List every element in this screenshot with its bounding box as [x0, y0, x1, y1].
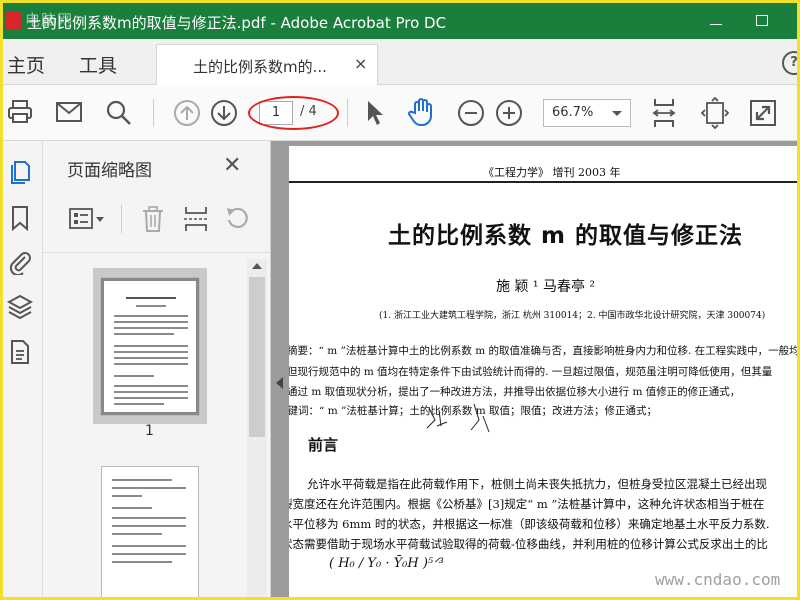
layers-icon[interactable] — [7, 293, 33, 319]
formula: ( H₀ / Y₀ · Ȳ₀H )⁵ᐟ³ — [329, 556, 444, 571]
abstract-line: 但现行规范中的 m 值均在特定条件下由试验统计而得的. 一旦超过限值，规范虽注明… — [289, 366, 773, 378]
thumb-line — [112, 561, 172, 563]
thumb-line — [114, 363, 188, 365]
email-icon[interactable] — [55, 101, 83, 123]
full-screen-icon[interactable] — [749, 99, 777, 127]
toolbar: 1 / 4 66.7% — [3, 85, 797, 141]
body-line: 水平位移为 6mm 时的状态，并根据这一标准（即该级荷载和位移）来确定地基土水平… — [289, 517, 770, 531]
thumb-line — [112, 507, 152, 509]
tab-bar: 主页 工具 土的比例系数m的... × ? — [3, 39, 797, 86]
panel-title: 页面缩略图 — [67, 161, 152, 181]
zoom-out-icon[interactable] — [457, 99, 485, 127]
page-thumbnail-2[interactable] — [101, 466, 199, 597]
search-icon[interactable] — [105, 99, 133, 127]
tab-home[interactable]: 主页 — [7, 51, 45, 78]
body-line: 状态需要借助于现场水平荷载试验取得的荷载-位移曲线，并利用桩的位移计算公式反求出… — [289, 537, 768, 551]
body-line: 允许水平荷载是指在此荷载作用下，桩侧土尚未丧失抵抗力，但桩身受拉区混凝土已经出现 — [307, 477, 767, 491]
previous-page-icon[interactable] — [173, 99, 201, 127]
thumb-line — [114, 315, 188, 317]
paper-authors: 施 颖 ¹ 马春亭 ² — [496, 279, 596, 295]
next-page-icon[interactable] — [210, 99, 238, 127]
document-icon[interactable] — [7, 339, 33, 365]
print-icon[interactable] — [7, 99, 33, 125]
attachment-icon[interactable] — [7, 249, 33, 275]
thumb-line — [112, 479, 172, 481]
author-affiliation: (1. 浙江工业大建筑工程学院，浙江 杭州 310014；2. 中国市政华北设计… — [379, 311, 766, 321]
panel-divider — [121, 205, 122, 233]
thumb-line — [114, 333, 174, 335]
window-title: 土的比例系数m的取值与修正法.pdf - Adobe Acrobat Pro D… — [27, 14, 447, 32]
toolbar-divider — [153, 99, 154, 127]
thumb-line — [114, 403, 164, 405]
fit-width-icon[interactable] — [651, 97, 677, 129]
help-icon[interactable]: ? — [782, 51, 797, 75]
page-thumbnail-1[interactable] — [100, 277, 200, 416]
thumb-line — [114, 351, 188, 353]
header-rule — [289, 181, 797, 183]
thumb-line — [114, 321, 188, 323]
thumb-line — [114, 357, 188, 359]
chevron-down-icon — [612, 111, 622, 116]
zoom-select[interactable]: 66.7% — [543, 99, 631, 127]
thumb-line — [114, 397, 188, 399]
tab-document[interactable]: 土的比例系数m的... × — [156, 44, 378, 86]
scrollbar-thumb[interactable] — [249, 277, 265, 437]
thumb-line — [112, 545, 186, 547]
minimize-icon[interactable] — [693, 3, 739, 39]
delete-icon[interactable] — [141, 205, 165, 233]
hand-tool-icon[interactable] — [407, 97, 437, 127]
abstract-line: 摘要：“ m ”法桩基计算中土的比例系数 m 的取值准确与否，直接影响桩身内力和… — [289, 345, 800, 357]
collapse-panel-icon[interactable] — [276, 377, 283, 389]
thumb-line — [112, 525, 186, 527]
thumb-line — [114, 375, 154, 377]
abstract-line: 通过 m 取值现状分析，提出了一种改进方法，并推导出依据位移大小进行 m 值修正… — [289, 386, 741, 398]
maximize-icon[interactable] — [739, 3, 785, 39]
select-cursor-icon[interactable] — [364, 99, 386, 127]
body-line: 裂宽度还在允许范围内。根据《公桥基》[3]规定“ m ”法桩基计算中，这种允许状… — [289, 497, 765, 511]
thumb-line — [114, 327, 188, 329]
page-thumbnails-icon[interactable] — [7, 159, 33, 185]
thumb-line — [136, 305, 166, 307]
thumbnail-panel: 页面缩略图 ✕ 1 — [43, 141, 271, 597]
close-panel-icon[interactable]: ✕ — [223, 153, 241, 178]
titlebar-watermark: 电脑网 — [25, 11, 74, 29]
section-heading: 前言 — [308, 436, 339, 454]
thumbnail-page-number: 1 — [145, 423, 154, 439]
thumbnail-scrollbar[interactable] — [247, 259, 267, 597]
bookmark-icon[interactable] — [7, 205, 33, 231]
paper-title: 土的比例系数 m 的取值与修正法 — [388, 223, 743, 249]
options-menu-icon[interactable] — [69, 207, 105, 231]
document-tab-label: 土的比例系数m的... — [193, 58, 327, 76]
thumb-line — [112, 553, 186, 555]
thumb-line — [114, 385, 188, 387]
pdf-page[interactable]: 《工程力学》 增刊 2003 年 土的比例系数 m 的取值与修正法 施 颖 ¹ … — [289, 146, 800, 597]
acrobat-app-icon — [5, 12, 21, 30]
app-window: 土的比例系数m的取值与修正法.pdf - Adobe Acrobat Pro D… — [0, 0, 800, 600]
panel-separator — [43, 252, 271, 253]
navigation-rail — [3, 141, 43, 597]
toolbar-divider — [347, 99, 348, 127]
zoom-value: 66.7% — [552, 105, 594, 120]
zoom-in-icon[interactable] — [495, 99, 523, 127]
thumb-line — [112, 533, 162, 535]
thumb-line — [112, 487, 186, 489]
close-tab-icon[interactable]: × — [354, 54, 367, 73]
handwritten-marks — [426, 403, 490, 433]
fit-page-icon[interactable] — [701, 97, 729, 129]
annotation-ellipse — [248, 96, 339, 130]
rotate-icon[interactable] — [225, 206, 251, 232]
thumb-title-line — [126, 297, 176, 299]
thumb-line — [114, 391, 188, 393]
scroll-up-icon[interactable] — [252, 263, 262, 269]
thumb-line — [112, 517, 186, 519]
tab-tools[interactable]: 工具 — [79, 51, 117, 78]
thumbnail-tools — [65, 203, 261, 235]
extract-pages-icon[interactable] — [183, 205, 209, 233]
site-watermark: www.cndao.com — [655, 570, 781, 589]
title-bar: 土的比例系数m的取值与修正法.pdf - Adobe Acrobat Pro D… — [3, 3, 797, 39]
thumb-line — [114, 345, 188, 347]
thumb-line — [112, 495, 142, 497]
journal-header: 《工程力学》 增刊 2003 年 — [483, 166, 621, 179]
